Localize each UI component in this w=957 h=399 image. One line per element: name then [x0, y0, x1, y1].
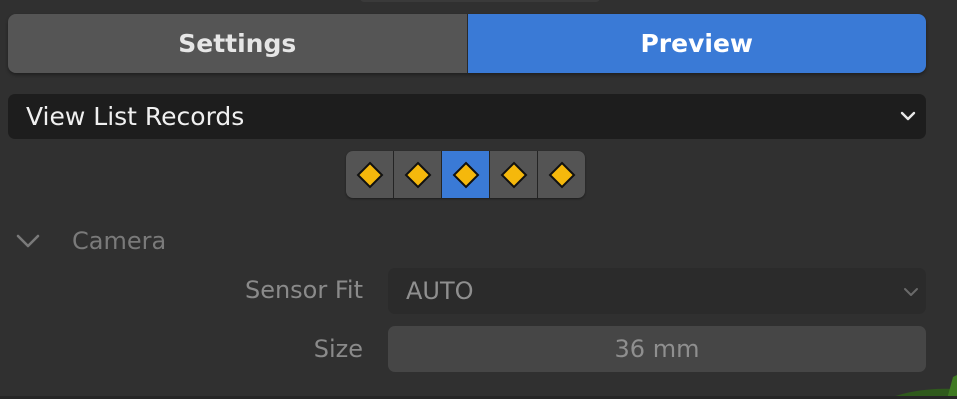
viewport-background-detail — [887, 375, 957, 399]
keyframe-diamond-icon — [356, 161, 383, 188]
panel-top-edge — [360, 0, 600, 2]
keyframe-button-5[interactable] — [538, 151, 585, 198]
properties-panel: Settings Preview View List Records Camer… — [0, 0, 957, 399]
mode-tabs: Settings Preview — [8, 14, 926, 73]
keyframe-diamond-icon — [500, 161, 527, 188]
sensor-fit-value: AUTO — [406, 277, 474, 305]
keyframe-button-1[interactable] — [346, 151, 393, 198]
size-label: Size — [313, 335, 363, 363]
camera-panel-header[interactable]: Camera — [14, 222, 166, 260]
size-number-field[interactable]: 36 mm — [388, 326, 926, 372]
keyframe-buttons — [346, 151, 585, 198]
keyframe-button-3[interactable] — [442, 151, 489, 198]
keyframe-button-2[interactable] — [394, 151, 441, 198]
chevron-down-icon — [900, 111, 916, 121]
tab-settings[interactable]: Settings — [8, 14, 467, 73]
tab-preview[interactable]: Preview — [466, 14, 926, 73]
keyframe-button-4[interactable] — [490, 151, 537, 198]
keyframe-diamond-icon — [452, 161, 479, 188]
keyframe-diamond-icon — [404, 161, 431, 188]
camera-panel-title: Camera — [72, 227, 167, 255]
view-select-value: View List Records — [26, 102, 245, 131]
view-select-dropdown[interactable]: View List Records — [8, 94, 926, 139]
chevron-down-icon — [16, 234, 40, 248]
keyframe-diamond-icon — [548, 161, 575, 188]
size-value: 36 mm — [614, 335, 700, 363]
sensor-fit-select[interactable]: AUTO — [388, 268, 926, 314]
sensor-fit-label: Sensor Fit — [244, 276, 363, 304]
chevron-down-icon — [904, 288, 918, 296]
